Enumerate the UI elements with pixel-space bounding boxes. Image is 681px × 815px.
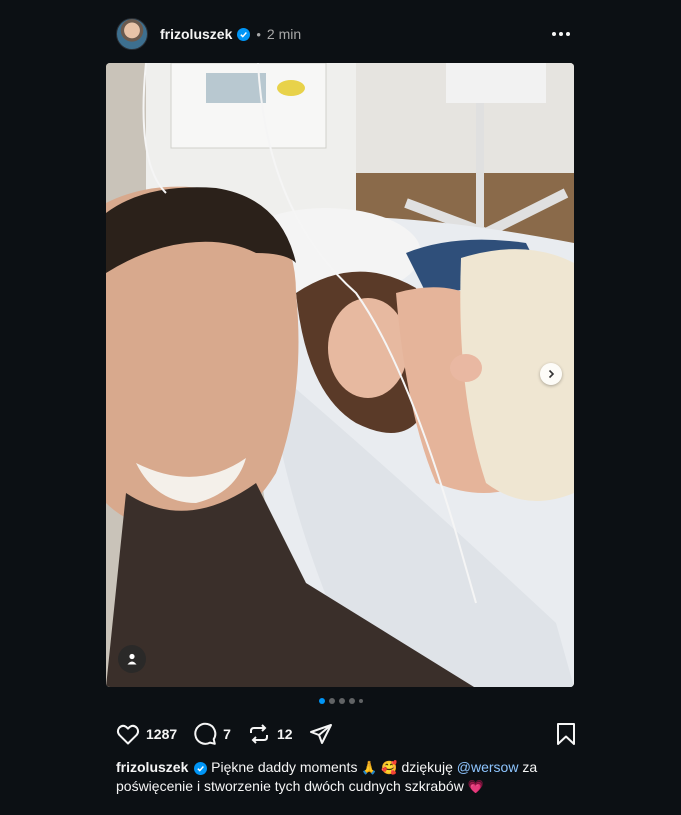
- bookmark-icon: [557, 723, 575, 745]
- share-button[interactable]: [309, 722, 333, 746]
- separator-dot: •: [256, 26, 261, 42]
- caption-text: dziękuję: [401, 759, 453, 775]
- comment-button[interactable]: 7: [193, 722, 231, 746]
- post-time[interactable]: 2 min: [267, 26, 301, 42]
- selfie-photo: [106, 63, 574, 687]
- like-count: 1287: [146, 726, 178, 742]
- avatar[interactable]: [116, 18, 148, 50]
- chevron-right-icon: [548, 369, 555, 379]
- heart-emoji: 💗: [467, 779, 484, 794]
- tagged-users-button[interactable]: [118, 645, 146, 673]
- caption-username[interactable]: frizoluszek: [116, 759, 188, 775]
- carousel-dot: [318, 698, 325, 704]
- next-slide-button[interactable]: [540, 363, 562, 385]
- verified-icon: [194, 762, 208, 775]
- save-button[interactable]: [556, 722, 576, 746]
- carousel-dot: [358, 699, 363, 703]
- caption-text: Piękne daddy moments: [211, 759, 358, 775]
- heart-icon: [116, 724, 140, 745]
- repost-count: 12: [276, 726, 293, 742]
- repost-icon: [249, 724, 268, 744]
- caption-mention[interactable]: @wersow: [457, 759, 519, 775]
- user-tag-icon: [127, 653, 137, 665]
- carousel-dot: [348, 698, 355, 704]
- post-header: frizoluszek • 2 min: [116, 16, 576, 52]
- more-options-button[interactable]: [546, 19, 576, 49]
- hearts-face-emoji: 🥰: [381, 760, 398, 775]
- like-button[interactable]: 1287: [116, 723, 177, 745]
- carousel-indicator: [0, 698, 681, 704]
- repost-button[interactable]: 12: [247, 722, 293, 746]
- verified-icon: [237, 27, 251, 41]
- share-icon: [309, 724, 332, 744]
- post-caption: frizoluszek Piękne daddy moments 🙏 🥰 dzi…: [116, 758, 560, 796]
- pray-emoji: 🙏: [361, 760, 378, 775]
- comment-count: 7: [223, 726, 231, 742]
- more-icon: [552, 32, 570, 36]
- action-bar: 1287 7 12: [116, 720, 576, 748]
- carousel-dot: [328, 698, 335, 704]
- post-username[interactable]: frizoluszek: [160, 26, 232, 42]
- carousel-dot: [338, 698, 345, 704]
- comment-icon: [194, 722, 217, 745]
- post-image[interactable]: [106, 63, 574, 687]
